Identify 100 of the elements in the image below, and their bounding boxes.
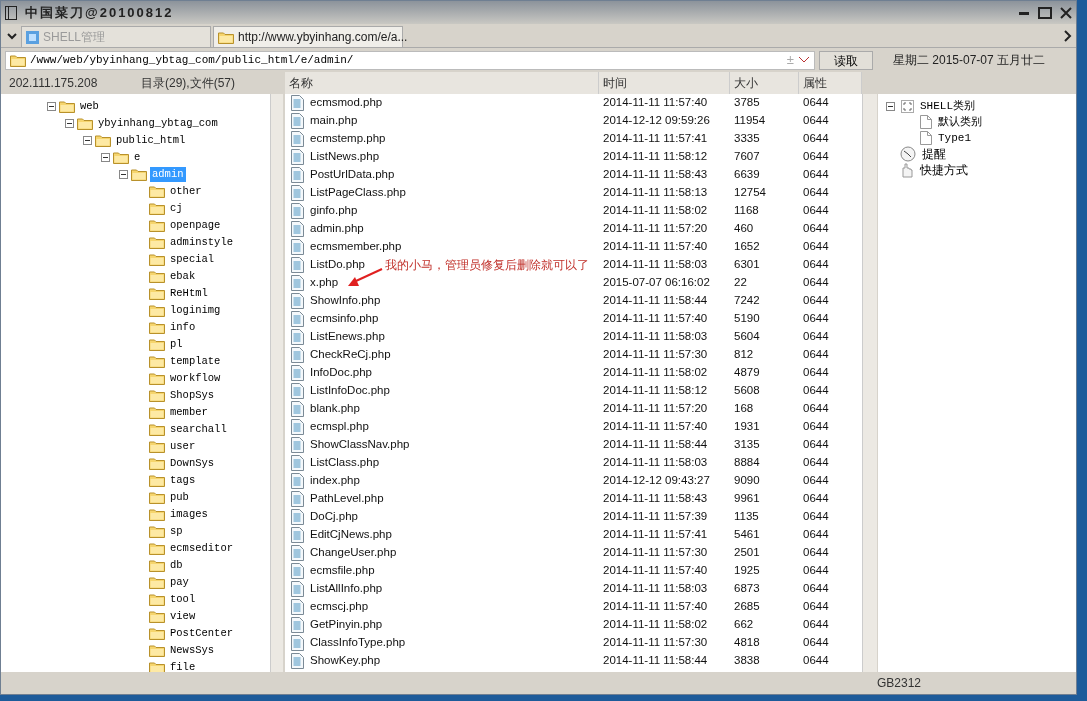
file-name[interactable]: ShowKey.php (310, 652, 381, 670)
file-name[interactable]: index.php (310, 472, 360, 490)
column-header[interactable]: 时间 (599, 72, 730, 94)
collapse-icon[interactable] (47, 102, 56, 111)
scrollbar[interactable] (862, 94, 877, 672)
maximize-icon[interactable] (1038, 6, 1052, 19)
side-tree-label[interactable]: SHELL类别 (920, 97, 975, 115)
path-field[interactable]: /www/web/ybyinhang_ybtag_com/public_html/e/admin/ ± (5, 50, 815, 70)
folder-label[interactable]: tool (168, 592, 198, 607)
folder-label[interactable]: ReHtml (168, 286, 210, 301)
folder-label[interactable]: member (168, 405, 210, 420)
folder-label[interactable]: pay (168, 575, 191, 590)
table-cell-text: 0644 (802, 509, 830, 525)
file-name[interactable]: InfoDoc.php (310, 364, 372, 382)
file-name[interactable]: ListInfoDoc.php (310, 382, 390, 400)
folder-label[interactable]: images (168, 507, 210, 522)
file-name[interactable]: ecmsinfo.php (310, 310, 379, 328)
folder-label[interactable]: sp (168, 524, 185, 539)
file-name[interactable]: admin.php (310, 220, 364, 238)
folder-label[interactable]: DownSys (168, 456, 217, 471)
side-tree-label[interactable]: 默认类别 (938, 113, 982, 131)
side-tree-label[interactable]: 快捷方式 (920, 161, 968, 179)
folder-label[interactable]: ShopSys (168, 388, 217, 403)
file-name[interactable]: ShowInfo.php (310, 292, 381, 310)
folder-label[interactable]: adminstyle (168, 235, 235, 250)
collapse-icon[interactable] (65, 119, 74, 128)
file-name[interactable]: blank.php (310, 400, 360, 418)
dropdown-caret-icon[interactable] (798, 56, 810, 64)
folder-label[interactable]: info (168, 320, 198, 335)
table-cell-text: 0644 (802, 653, 830, 669)
file-name[interactable]: ShowClassNav.php (310, 436, 410, 454)
folder-label[interactable]: loginimg (168, 303, 223, 318)
file-name[interactable]: EditCjNews.php (310, 526, 392, 544)
file-icon (291, 545, 304, 561)
folder-icon (95, 134, 111, 147)
column-header[interactable]: 名称 (285, 72, 599, 94)
file-name[interactable]: GetPinyin.php (310, 616, 383, 634)
annotation-text: 我的小马，管理员修复后删除就可以了 (385, 258, 589, 273)
folder-label[interactable]: user (168, 439, 198, 454)
folder-label[interactable]: ybyinhang_ybtag_com (96, 116, 220, 131)
side-tree-label[interactable]: 提醒 (922, 145, 946, 163)
folder-label[interactable]: pl (168, 337, 185, 352)
folder-label[interactable]: tags (168, 473, 198, 488)
folder-label[interactable]: workflow (168, 371, 223, 386)
folder-label[interactable]: template (168, 354, 223, 369)
table-cell-text: 0644 (802, 581, 830, 597)
close-icon[interactable] (1060, 6, 1072, 19)
folder-icon (149, 457, 165, 470)
column-header[interactable]: 属性 (799, 72, 862, 94)
file-name[interactable]: DoCj.php (310, 508, 358, 526)
column-header[interactable]: 大小 (730, 72, 799, 94)
folder-label[interactable]: cj (168, 201, 185, 216)
file-name[interactable]: ecmspl.php (310, 418, 369, 436)
file-name[interactable]: ListAllInfo.php (310, 580, 383, 598)
table-cell-text: 0644 (802, 311, 830, 327)
file-name[interactable]: ecmsmember.php (310, 238, 402, 256)
file-name[interactable]: ecmscj.php (310, 598, 369, 616)
file-name[interactable]: ListDo.php (310, 256, 365, 274)
scrollbar[interactable] (270, 94, 283, 672)
folder-label[interactable]: file (168, 660, 198, 672)
folder-icon (218, 30, 234, 44)
folder-label[interactable]: public_html (114, 133, 188, 148)
folder-label[interactable]: searchall (168, 422, 229, 437)
file-name[interactable]: CheckReCj.php (310, 346, 391, 364)
file-name[interactable]: ChangeUser.php (310, 544, 397, 562)
file-name[interactable]: PathLevel.php (310, 490, 384, 508)
folder-label[interactable]: NewsSys (168, 643, 217, 658)
chevron-right-icon[interactable] (1062, 29, 1072, 43)
folder-label[interactable]: openpage (168, 218, 223, 233)
table-cell-text: 2015-07-07 06:16:02 (602, 275, 711, 291)
file-name[interactable]: ecmsfile.php (310, 562, 375, 580)
side-tree-label[interactable]: Type1 (938, 129, 971, 147)
folder-label[interactable]: ecmseditor (168, 541, 235, 556)
file-name[interactable]: main.php (310, 112, 358, 130)
collapse-icon[interactable] (119, 170, 128, 179)
file-name[interactable]: ListNews.php (310, 148, 380, 166)
file-name[interactable]: ListClass.php (310, 454, 380, 472)
folder-label[interactable]: PostCenter (168, 626, 235, 641)
folder-label[interactable]: db (168, 558, 185, 573)
file-name[interactable]: ecmsmod.php (310, 94, 383, 112)
file-name[interactable]: ClassInfoType.php (310, 634, 406, 652)
table-cell-text: 4879 (733, 365, 761, 381)
folder-label[interactable]: pub (168, 490, 191, 505)
file-name[interactable]: x.php (310, 274, 339, 292)
folder-label[interactable]: other (168, 184, 204, 199)
collapse-icon[interactable] (83, 136, 92, 145)
collapse-icon[interactable] (101, 153, 110, 162)
folder-label[interactable]: ebak (168, 269, 198, 284)
file-name[interactable]: ginfo.php (310, 202, 358, 220)
file-name[interactable]: PostUrlData.php (310, 166, 395, 184)
file-name[interactable]: ListPageClass.php (310, 184, 406, 202)
file-name[interactable]: ListEnews.php (310, 328, 385, 346)
table-cell-text: 7607 (733, 149, 761, 165)
read-button[interactable]: 读取 (819, 50, 873, 70)
folder-label[interactable]: special (168, 252, 217, 267)
collapse-icon[interactable] (886, 101, 895, 111)
folder-label[interactable]: web (78, 99, 101, 114)
folder-label[interactable]: view (168, 609, 198, 624)
folder-label[interactable]: e (132, 150, 143, 165)
file-name[interactable]: ecmstemp.php (310, 130, 386, 148)
